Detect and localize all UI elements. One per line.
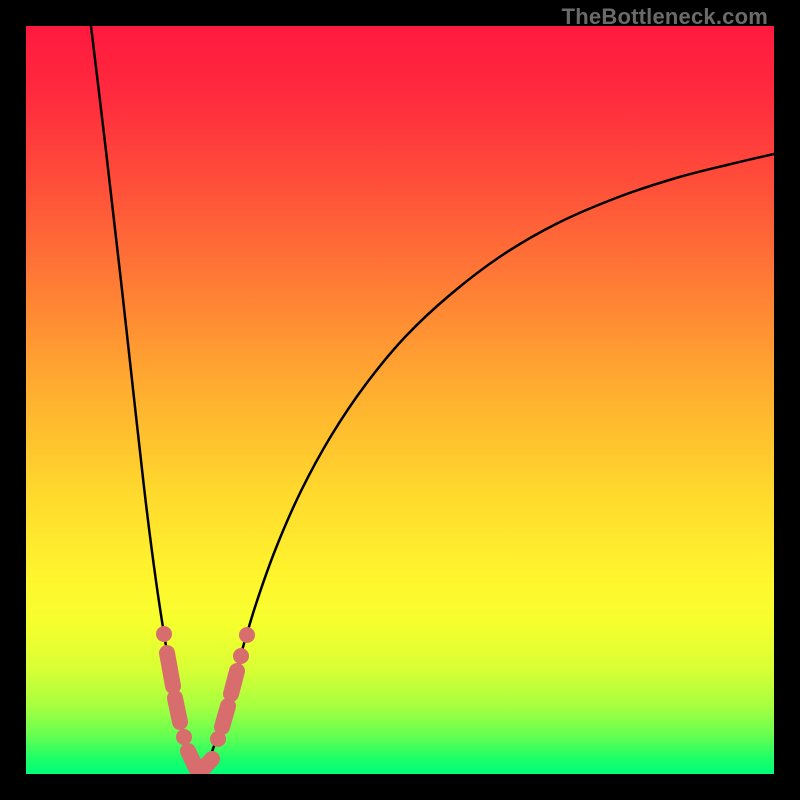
chart-plot-area (26, 26, 774, 774)
chart-frame: TheBottleneck.com (0, 0, 800, 800)
watermark-text: TheBottleneck.com (562, 4, 768, 30)
